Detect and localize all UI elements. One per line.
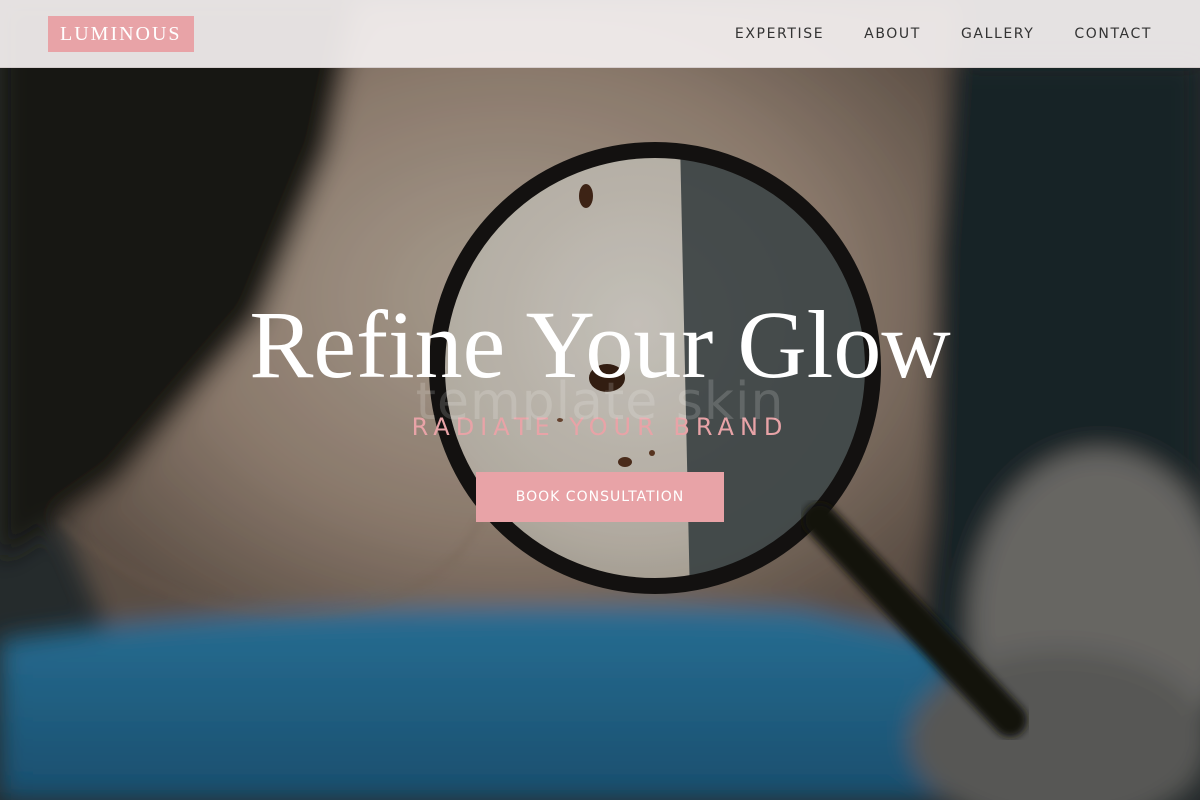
nav-item-expertise[interactable]: EXPERTISE [735,26,824,42]
nav-item-contact[interactable]: CONTACT [1074,26,1152,42]
nav-item-gallery[interactable]: GALLERY [961,26,1034,42]
logo[interactable]: LUMINOUS [48,16,194,52]
landing-page: LUMINOUS EXPERTISE ABOUT GALLERY CONTACT… [0,0,1200,800]
hero-section: template skin Refine Your Glow RADIATE Y… [0,290,1200,522]
hero-title: Refine Your Glow [249,291,951,398]
nav-item-about[interactable]: ABOUT [864,26,921,42]
hero-tagline: RADIATE YOUR BRAND [411,413,789,441]
site-header: LUMINOUS EXPERTISE ABOUT GALLERY CONTACT [0,0,1200,68]
main-nav: EXPERTISE ABOUT GALLERY CONTACT [735,0,1152,68]
book-consultation-button[interactable]: BOOK CONSULTATION [476,472,724,522]
